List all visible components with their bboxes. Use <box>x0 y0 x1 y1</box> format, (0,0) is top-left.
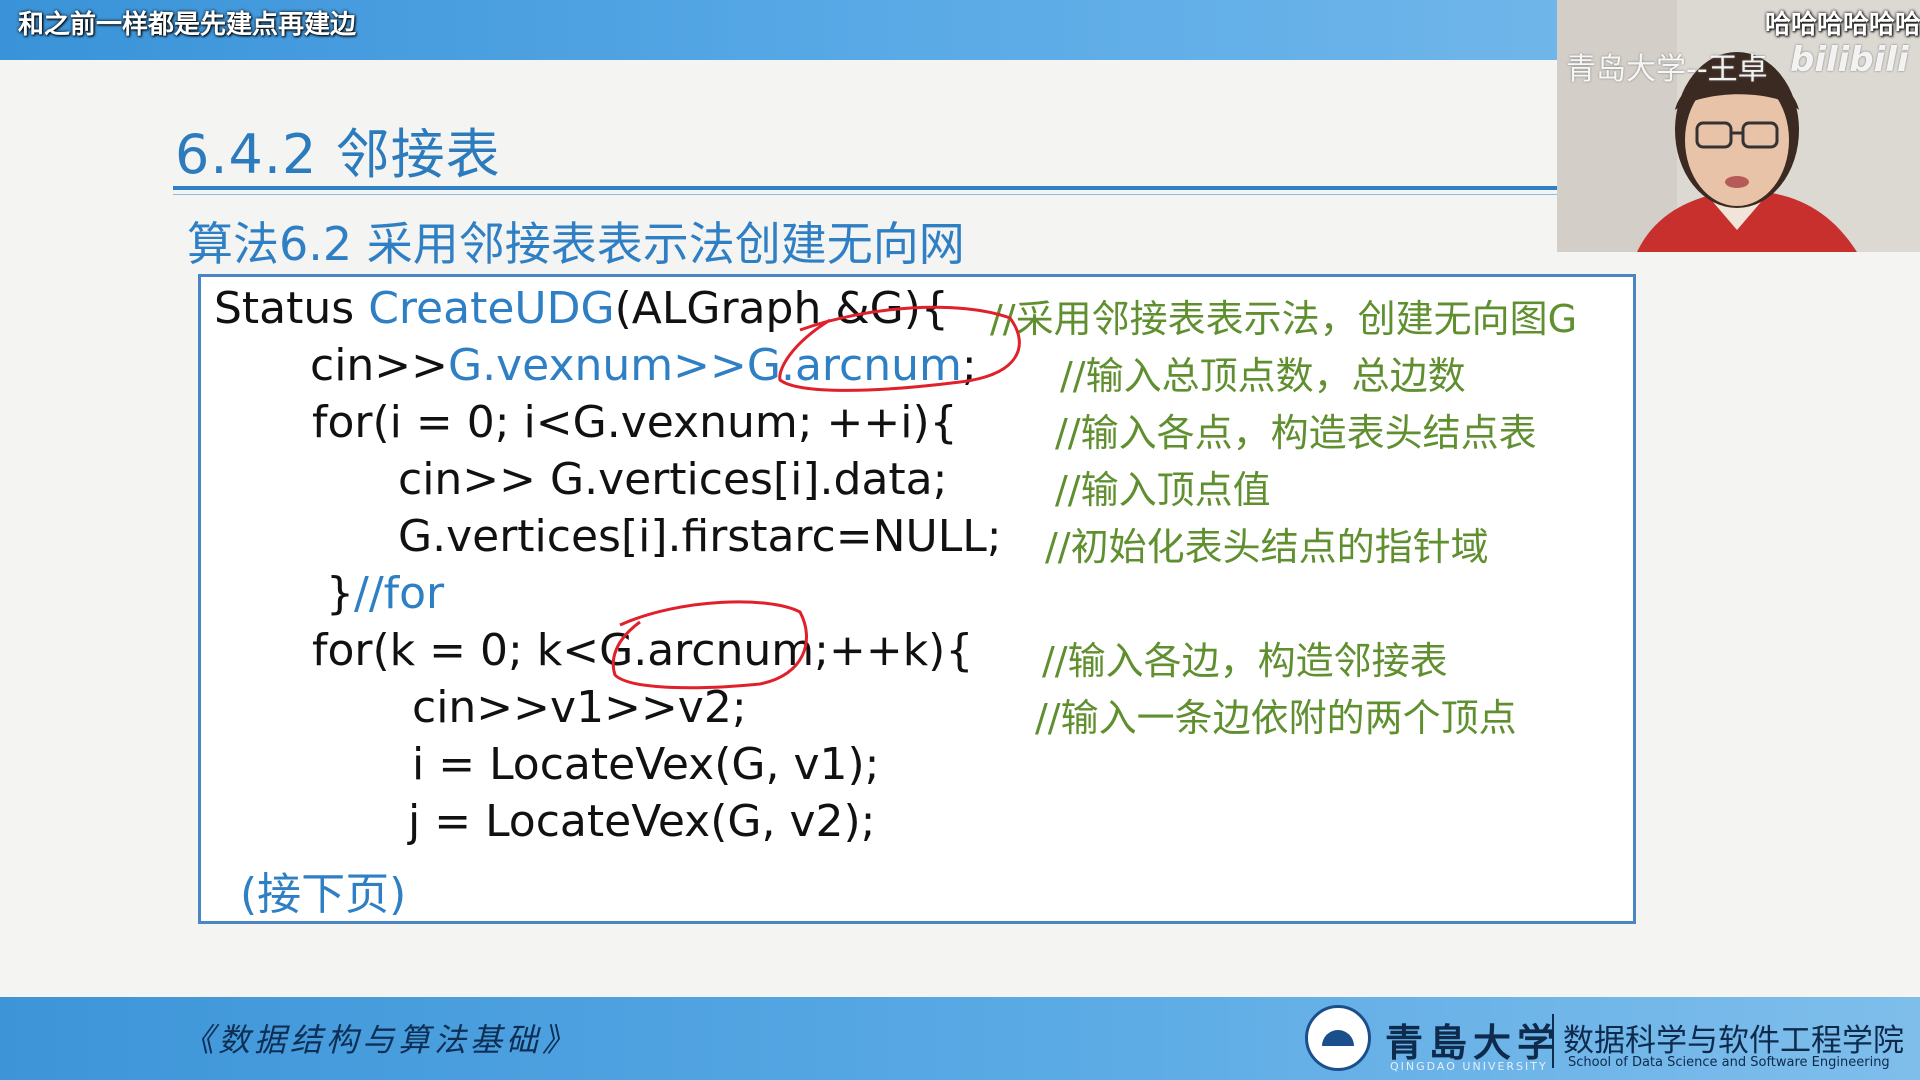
course-title: 《数据结构与算法基础》 <box>182 1021 579 1059</box>
code-line-5: G.vertices[i].firstarc=NULL; <box>398 511 1002 562</box>
slide-title: 6.4.2 邻接表 <box>175 123 501 186</box>
watermark-presenter: 青岛大学--王卓 <box>1566 52 1768 87</box>
code-line-10: j = LocateVex(G, v2); <box>408 796 876 847</box>
code-line-7: for(k = 0; k<G.arcnum;++k){ <box>312 625 974 676</box>
code-comment: //初始化表头结点的指针域 <box>1045 525 1489 569</box>
title-divider-thin <box>173 194 1558 195</box>
code-comment: //输入顶点值 <box>1055 468 1271 512</box>
school-name: 数据科学与软件工程学院 <box>1563 1023 1904 1059</box>
code-line-8: cin>>v1>>v2; <box>412 682 747 733</box>
code-line-6: }//for <box>326 568 444 619</box>
code-comment: //输入总顶点数，总边数 <box>1060 354 1466 398</box>
code-comment: //输入一条边依附的两个顶点 <box>1035 696 1517 740</box>
code-comment: //采用邻接表表示法，创建无向图G <box>990 297 1578 341</box>
code-text: Status <box>214 283 369 334</box>
university-name: 青島大学 <box>1385 1020 1562 1065</box>
code-text: cin>> <box>310 340 449 391</box>
code-comment: //输入各边，构造邻接表 <box>1042 639 1448 683</box>
title-divider <box>173 186 1558 190</box>
code-line-3: for(i = 0; i<G.vexnum; ++i){ <box>312 397 958 448</box>
code-line-2: cin>>G.vexnum>>G.arcnum; <box>310 340 977 391</box>
slide-subtitle: 算法6.2 采用邻接表表示法创建无向网 <box>187 217 965 271</box>
code-line-1: Status CreateUDG(ALGraph &G){ <box>214 283 949 334</box>
bilibili-logo: bilibili <box>1790 40 1909 80</box>
university-name-en: QINGDAO UNIVERSITY <box>1390 1060 1548 1073</box>
code-line-4: cin>> G.vertices[i].data; <box>398 454 948 505</box>
code-text: } <box>326 568 354 619</box>
footer-divider <box>1552 1014 1554 1068</box>
code-function-name: CreateUDG <box>368 283 615 334</box>
school-name-en: School of Data Science and Software Engi… <box>1568 1055 1890 1070</box>
code-comment-for: //for <box>354 568 445 619</box>
code-text: (ALGraph &G){ <box>614 283 949 334</box>
code-line-9: i = LocateVex(G, v1); <box>412 739 880 790</box>
university-emblem-icon <box>1305 1005 1371 1071</box>
code-comment: //输入各点，构造表头结点表 <box>1055 411 1537 455</box>
danmaku-comment: 哈哈哈哈哈哈 <box>1765 10 1920 40</box>
code-highlight: G.vexnum>>G.arcnum <box>448 340 962 391</box>
danmaku-comment: 和之前一样都是先建点再建边 <box>18 10 357 40</box>
code-text: ; <box>961 340 977 391</box>
emblem-detail <box>1322 1030 1354 1046</box>
continue-label: (接下页) <box>240 869 407 920</box>
